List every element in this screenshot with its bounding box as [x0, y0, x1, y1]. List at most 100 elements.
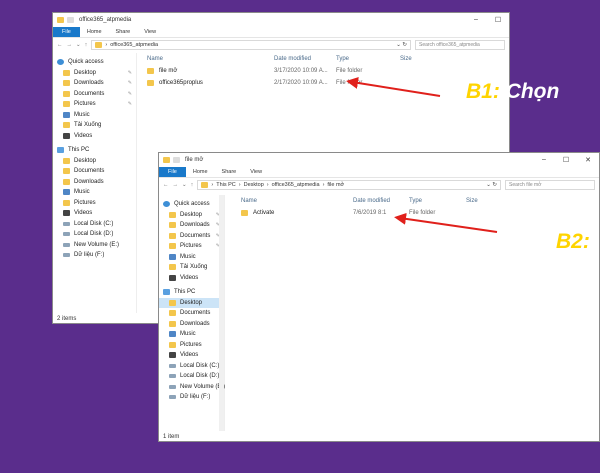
sidebar-item[interactable]: Local Disk (D:)	[53, 229, 136, 240]
tab-file[interactable]: File	[53, 27, 80, 37]
sidebar-item[interactable]: Pictures ✎	[159, 241, 224, 252]
sidebar-item[interactable]: Pictures ✎	[53, 99, 136, 110]
forward-arrow-icon[interactable]: →	[173, 182, 179, 188]
sidebar-item[interactable]: Pictures	[159, 340, 224, 351]
list-item[interactable]: Activate 7/6/2019 8:1 File folder	[225, 207, 599, 219]
sidebar-item[interactable]: Videos	[159, 273, 224, 284]
breadcrumb-desktop[interactable]: Desktop	[244, 182, 264, 188]
sidebar-item[interactable]: This PC	[53, 145, 136, 156]
sidebar-item[interactable]: Documents ✎	[53, 89, 136, 100]
column-name[interactable]: Name	[137, 56, 274, 62]
sidebar-item[interactable]: Music	[53, 110, 136, 121]
sidebar-item[interactable]: Tải Xuống	[53, 120, 136, 131]
column-size[interactable]: Size	[400, 56, 412, 62]
sidebar-item[interactable]: Downloads	[53, 177, 136, 188]
sidebar-item[interactable]: Dữ liệu (F:)	[53, 250, 136, 261]
nav-scrollbar[interactable]	[219, 195, 224, 431]
sidebar-item[interactable]: Desktop ✎	[53, 68, 136, 79]
maximize-icon[interactable]: ☐	[487, 16, 509, 24]
sidebar-item[interactable]: Pictures	[53, 198, 136, 209]
folder-icon	[169, 310, 176, 317]
sidebar-item[interactable]: Videos	[53, 131, 136, 142]
sidebar-item[interactable]: Quick access	[53, 57, 136, 68]
up-arrow-icon[interactable]: ↑	[191, 182, 194, 188]
column-type[interactable]: Type	[336, 56, 400, 62]
sidebar-item[interactable]: Documents ✎	[159, 231, 224, 242]
sidebar-item[interactable]: Music	[53, 187, 136, 198]
back-arrow-icon[interactable]: ←	[57, 42, 63, 48]
folder-icon	[169, 320, 176, 327]
up-arrow-icon[interactable]: ↑	[85, 42, 88, 48]
tab-view[interactable]: View	[137, 27, 163, 37]
minimize-icon[interactable]: –	[533, 156, 555, 164]
sidebar-item[interactable]: Music	[159, 329, 224, 340]
tab-home[interactable]: Home	[186, 167, 215, 177]
address-bar[interactable]: › office365_atpmedia ⌄ ↻	[91, 40, 411, 50]
sidebar-item[interactable]: Music	[159, 252, 224, 263]
sidebar-item[interactable]: Dữ liệu (F:)	[159, 392, 224, 403]
sidebar-item[interactable]: Desktop ✎	[159, 210, 224, 221]
sidebar-item[interactable]: This PC	[159, 287, 224, 298]
back-arrow-icon[interactable]: ←	[163, 182, 169, 188]
sidebar-item[interactable]: Local Disk (C:)	[159, 361, 224, 372]
breadcrumb-this-pc[interactable]: This PC	[216, 182, 236, 188]
address-segment[interactable]: office365_atpmedia	[110, 42, 158, 48]
column-date-modified[interactable]: Date modified	[274, 56, 336, 62]
sidebar-item-label: Music	[180, 253, 196, 260]
refresh-icon[interactable]: ⌄ ↻	[396, 42, 407, 48]
sidebar-item[interactable]: Videos	[159, 350, 224, 361]
breadcrumb-file-mo[interactable]: file mở	[327, 182, 344, 188]
sidebar-item[interactable]: Local Disk (C:)	[53, 219, 136, 230]
sidebar-item[interactable]: Desktop	[53, 156, 136, 167]
folder-icon	[169, 222, 176, 229]
chevron-down-icon[interactable]: ⌄	[182, 182, 187, 188]
sidebar-item[interactable]: New Volume (E:)	[53, 240, 136, 251]
sidebar-item[interactable]: Documents	[159, 308, 224, 319]
column-size[interactable]: Size	[466, 198, 478, 204]
sidebar-item[interactable]: Quick access	[159, 199, 224, 210]
quick-access-toolbar-icon[interactable]	[173, 157, 180, 163]
column-header-row: Name Date modified Type Size	[225, 195, 599, 207]
sidebar-item[interactable]: Videos	[53, 208, 136, 219]
music-icon	[63, 111, 70, 118]
column-type[interactable]: Type	[409, 198, 466, 204]
sidebar-item[interactable]: Downloads ✎	[53, 78, 136, 89]
maximize-icon[interactable]: ☐	[555, 156, 577, 164]
address-bar[interactable]: › This PC › Desktop › office365_atpmedia…	[197, 180, 501, 190]
sidebar-item[interactable]: New Volume (E:)	[159, 382, 225, 393]
file-date: 7/6/2019 8:1	[353, 210, 387, 216]
sidebar-item[interactable]: Desktop	[159, 297, 224, 308]
sidebar-item[interactable]: Downloads	[159, 319, 224, 330]
list-item[interactable]: file mở 3/17/2020 10:09 A... File folder	[137, 65, 509, 77]
chevron-down-icon[interactable]: ⌄	[76, 42, 81, 48]
sidebar-item-label: Quick access	[174, 201, 210, 208]
sidebar-item-label: Downloads	[180, 222, 210, 229]
close-icon[interactable]: ✕	[577, 156, 599, 164]
tab-share[interactable]: Share	[109, 27, 138, 37]
list-item[interactable]: office365proplus 2/17/2020 10:09 A... Fi…	[137, 77, 509, 89]
forward-arrow-icon[interactable]: →	[67, 42, 73, 48]
sidebar-item[interactable]: Local Disk (D:)	[159, 371, 224, 382]
tab-share[interactable]: Share	[215, 167, 244, 177]
sidebar-item[interactable]: Documents	[53, 166, 136, 177]
search-input[interactable]: Search file mở	[505, 180, 595, 190]
pc-icon	[57, 147, 64, 154]
sidebar-item[interactable]: Tải Xuống	[159, 262, 224, 273]
tab-file[interactable]: File	[159, 167, 186, 177]
refresh-icon[interactable]: ⌄ ↻	[486, 182, 497, 188]
breadcrumb-office365[interactable]: office365_atpmedia	[272, 182, 320, 188]
tab-view[interactable]: View	[243, 167, 269, 177]
tab-home[interactable]: Home	[80, 27, 109, 37]
pin-icon: ✎	[127, 101, 132, 108]
minimize-icon[interactable]: –	[465, 16, 487, 24]
sidebar-item-label: Local Disk (D:)	[74, 231, 114, 238]
quick-access-toolbar-icon[interactable]	[67, 17, 74, 23]
sidebar-item-label: Local Disk (D:)	[180, 373, 220, 380]
folder-icon	[169, 299, 176, 306]
sidebar-item[interactable]: Downloads ✎	[159, 220, 224, 231]
folder-icon	[63, 69, 70, 76]
column-date-modified[interactable]: Date modified	[353, 198, 409, 204]
drive-icon	[63, 253, 70, 258]
search-input[interactable]: Search office365_atpmedia	[415, 40, 505, 50]
column-name[interactable]: Name	[225, 198, 353, 204]
